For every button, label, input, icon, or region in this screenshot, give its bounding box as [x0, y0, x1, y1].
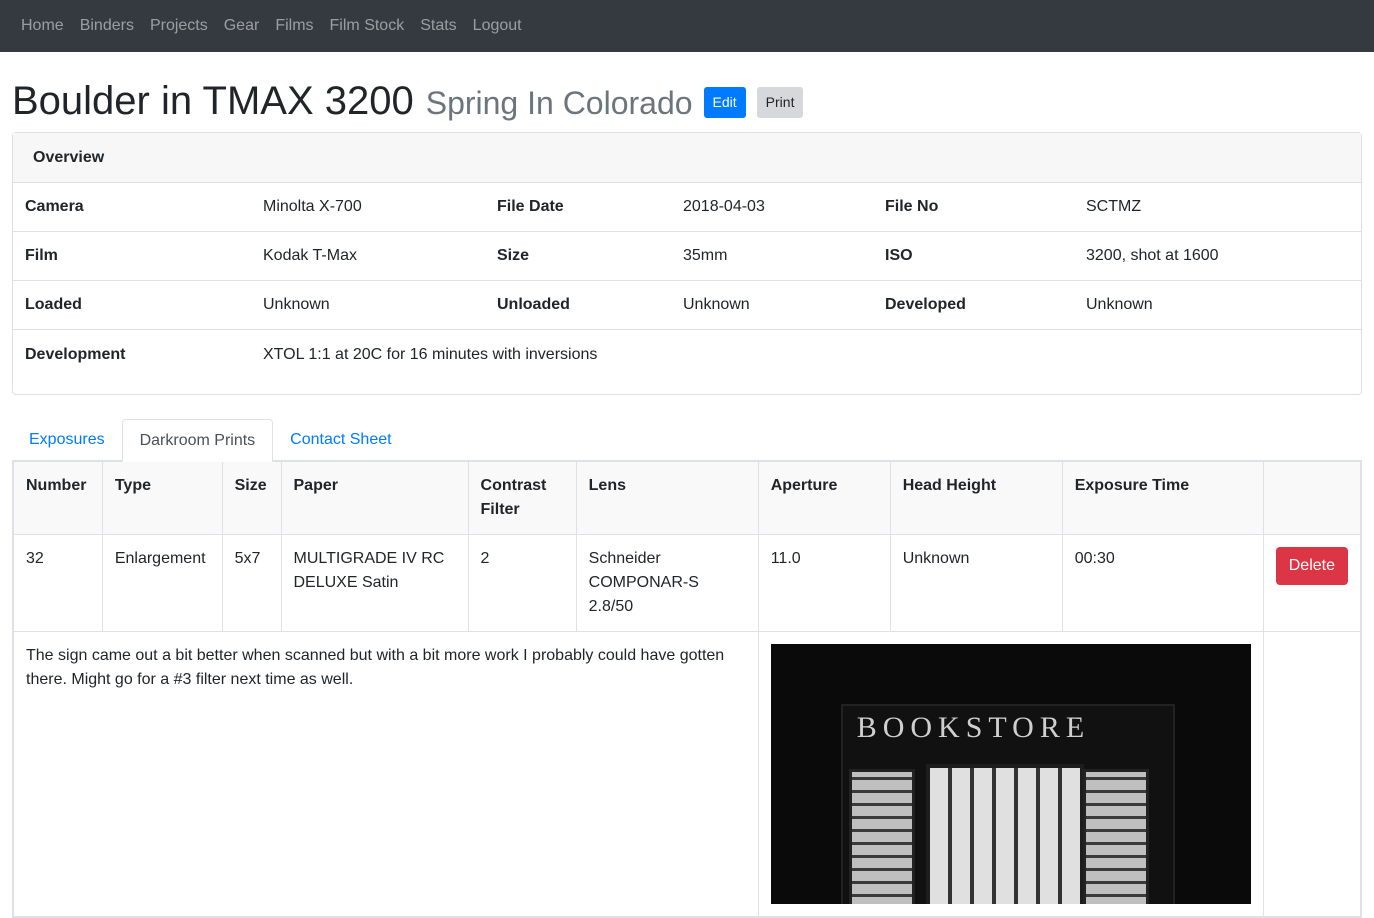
print-photo[interactable]: BOOKSTORE: [770, 644, 1251, 904]
print-button[interactable]: Print: [756, 87, 804, 118]
cell-actions: Delete: [1262, 534, 1362, 632]
col-number: Number: [13, 461, 103, 535]
iso-value: 3200, shot at 1600: [1074, 231, 1361, 281]
tab-bar: Exposures Darkroom Prints Contact Sheet: [12, 419, 1362, 462]
nav-projects[interactable]: Projects: [142, 17, 216, 35]
film-label: Film: [13, 231, 251, 281]
size-value: 35mm: [671, 231, 873, 281]
loaded-label: Loaded: [13, 280, 251, 330]
nav-gear[interactable]: Gear: [216, 17, 268, 35]
edit-button[interactable]: Edit: [703, 87, 746, 118]
nav-films[interactable]: Films: [267, 17, 321, 35]
file-date-value: 2018-04-03: [671, 183, 873, 232]
col-type: Type: [101, 461, 223, 535]
photo-sign-text: BOOKSTORE: [856, 711, 1091, 744]
col-aperture: Aperture: [757, 461, 891, 535]
col-exposure-time: Exposure Time: [1061, 461, 1264, 535]
col-actions: [1262, 461, 1362, 535]
title-row: Boulder in TMAX 3200 Spring In Colorado …: [12, 77, 1362, 132]
size-label: Size: [485, 231, 671, 281]
tab-darkroom-prints[interactable]: Darkroom Prints: [121, 419, 274, 462]
overview-header: Overview: [13, 133, 1361, 183]
notes-row: The sign came out a bit better when scan…: [13, 631, 1362, 917]
file-no-label: File No: [873, 183, 1074, 232]
cell-head-height: Unknown: [889, 534, 1063, 632]
loaded-value: Unknown: [251, 280, 485, 330]
page-title: Boulder in TMAX 3200: [12, 79, 414, 123]
developed-value: Unknown: [1074, 280, 1361, 330]
col-lens: Lens: [575, 461, 759, 535]
cell-aperture: 11.0: [757, 534, 891, 632]
development-value: XTOL 1:1 at 20C for 16 minutes with inve…: [263, 345, 598, 363]
table-row: 32 Enlargement 5x7 MULTIGRADE IV RC DELU…: [13, 534, 1362, 632]
overview-row: Film Kodak T-Max Size 35mm ISO 3200, sho…: [13, 231, 1361, 281]
cell-lens: Schneider COMPONAR-S 2.8/50: [575, 534, 759, 632]
door-shape: [925, 764, 1084, 904]
col-size: Size: [221, 461, 282, 535]
col-head-height: Head Height: [889, 461, 1063, 535]
cell-exposure-time: 00:30: [1061, 534, 1264, 632]
page-subtitle: Spring In Colorado: [425, 85, 693, 121]
tab-exposures[interactable]: Exposures: [12, 419, 122, 461]
nav-home[interactable]: Home: [13, 17, 72, 35]
file-no-value: SCTMZ: [1074, 183, 1361, 232]
cell-size: 5x7: [221, 534, 282, 632]
overview-card: Overview Camera Minolta X-700 File Date …: [12, 132, 1362, 395]
window-shape: [848, 769, 915, 904]
window-shape: [1082, 769, 1149, 904]
delete-button[interactable]: Delete: [1275, 547, 1348, 585]
cell-contrast-filter: 2: [467, 534, 577, 632]
prints-panel: Number Type Size Paper Contrast Filter L…: [12, 461, 1362, 918]
iso-label: ISO: [873, 231, 1074, 281]
camera-value: Minolta X-700: [251, 183, 485, 232]
unloaded-value: Unknown: [671, 280, 873, 330]
overview-row: Camera Minolta X-700 File Date 2018-04-0…: [13, 183, 1361, 232]
overview-row: Development XTOL 1:1 at 20C for 16 minut…: [13, 330, 1361, 380]
prints-header-row: Number Type Size Paper Contrast Filter L…: [13, 461, 1362, 535]
developed-label: Developed: [873, 280, 1074, 330]
nav-stats[interactable]: Stats: [412, 17, 464, 35]
camera-label: Camera: [13, 183, 251, 232]
navbar: Home Binders Projects Gear Films Film St…: [0, 0, 1374, 52]
nav-film-stock[interactable]: Film Stock: [322, 17, 413, 35]
cell-type: Enlargement: [101, 534, 223, 632]
nav-binders[interactable]: Binders: [72, 17, 142, 35]
unloaded-label: Unloaded: [485, 280, 671, 330]
main-content: Boulder in TMAX 3200 Spring In Colorado …: [0, 77, 1374, 918]
print-notes: The sign came out a bit better when scan…: [13, 631, 759, 917]
overview-table: Camera Minolta X-700 File Date 2018-04-0…: [13, 183, 1361, 379]
nav-logout[interactable]: Logout: [465, 17, 530, 35]
development-label: Development: [25, 345, 126, 363]
cell-paper: MULTIGRADE IV RC DELUXE Satin: [280, 534, 469, 632]
film-value: Kodak T-Max: [251, 231, 485, 281]
cell-number: 32: [13, 534, 103, 632]
col-contrast-filter: Contrast Filter: [467, 461, 577, 535]
photo-cell: BOOKSTORE: [757, 631, 1264, 917]
tab-contact-sheet[interactable]: Contact Sheet: [273, 419, 408, 461]
overview-row: Loaded Unknown Unloaded Unknown Develope…: [13, 280, 1361, 330]
empty-cell: [1262, 631, 1362, 917]
col-paper: Paper: [280, 461, 469, 535]
prints-table: Number Type Size Paper Contrast Filter L…: [13, 461, 1362, 917]
file-date-label: File Date: [485, 183, 671, 232]
